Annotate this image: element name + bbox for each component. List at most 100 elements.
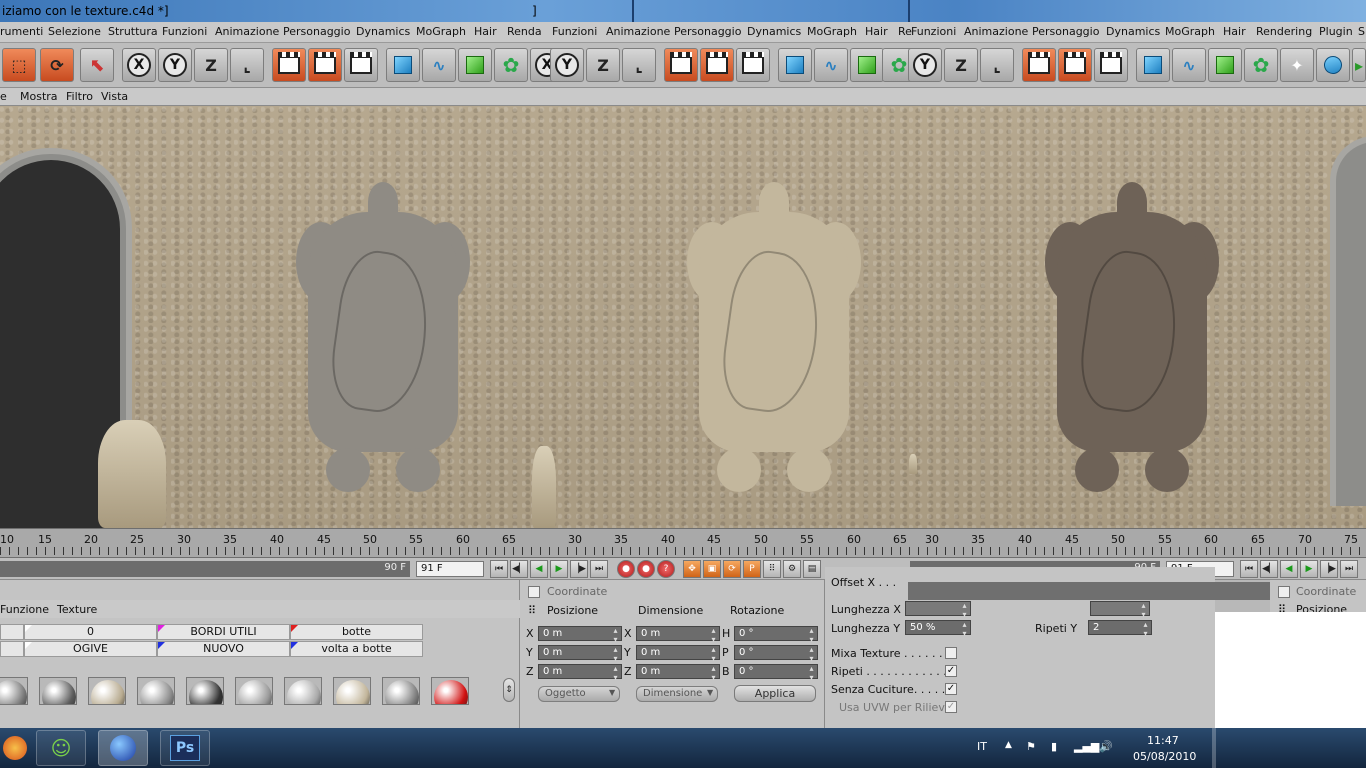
material-name-cell[interactable]: OGIVE — [24, 641, 157, 657]
play-back-button[interactable]: ◀ — [530, 560, 548, 578]
scale-tool-button[interactable]: ⬚ — [2, 48, 36, 82]
record-button[interactable]: ● — [617, 560, 635, 578]
rotate-tool-button[interactable]: ⟳ — [40, 48, 74, 82]
material-swatch[interactable] — [39, 677, 77, 705]
next-key-button[interactable]: ▕▶ — [570, 560, 588, 578]
menu-item[interactable]: rumenti — [0, 25, 43, 38]
rotation-field[interactable]: 0 ° — [734, 626, 818, 644]
render-region-button-3[interactable] — [1058, 48, 1092, 82]
material-name-cell[interactable]: BORDI UTILI — [157, 624, 290, 640]
menu-item[interactable]: Personaggio — [1032, 25, 1099, 38]
z-axis-button[interactable]: Z — [194, 48, 228, 82]
coordinates-enable-checkbox[interactable] — [528, 586, 540, 598]
3d-viewport[interactable] — [0, 106, 1366, 528]
render-view-button[interactable] — [272, 48, 306, 82]
size-field[interactable]: 0 m — [636, 626, 720, 644]
x-axis-button[interactable]: X — [122, 48, 156, 82]
cinema4d-taskbar-button[interactable] — [98, 730, 148, 766]
key-options-button[interactable]: ▤ — [803, 560, 821, 578]
render-view-button-2[interactable] — [664, 48, 698, 82]
position-field[interactable]: 0 m — [538, 664, 622, 682]
offset-x-field[interactable] — [908, 582, 1270, 600]
menu-item[interactable]: MoGraph — [807, 25, 857, 38]
volume-icon[interactable]: 🔊 — [1099, 740, 1113, 753]
material-swatch[interactable] — [284, 677, 322, 705]
apply-button[interactable]: Applica — [734, 685, 816, 702]
viewport-menu-item[interactable]: e — [0, 90, 7, 103]
live-selection-button[interactable]: ⬉ — [80, 48, 114, 82]
device-icon[interactable]: ▮ — [1051, 740, 1057, 753]
y-axis-button-2[interactable]: Y — [550, 48, 584, 82]
render-region-button[interactable] — [308, 48, 342, 82]
key-point-button[interactable]: ⠿ — [763, 560, 781, 578]
render-settings-button-2[interactable] — [736, 48, 770, 82]
menu-item[interactable]: Dynamics — [356, 25, 410, 38]
material-name-cell[interactable]: botte — [290, 624, 423, 640]
menu-item[interactable]: Hair — [865, 25, 888, 38]
menu-item[interactable]: Hair — [1223, 25, 1246, 38]
material-swatch[interactable] — [382, 677, 420, 705]
menu-item[interactable]: Selezione — [48, 25, 101, 38]
rotation-field[interactable]: 0 ° — [734, 664, 818, 682]
prev-key-button[interactable]: ◀▏ — [510, 560, 528, 578]
render-settings-button-3[interactable] — [1094, 48, 1128, 82]
menu-item[interactable]: Funzioni — [552, 25, 597, 38]
coordinate-system-button-2[interactable]: ⌞ — [622, 48, 656, 82]
action-center-icon[interactable]: ⚑ — [1026, 740, 1036, 753]
size-field[interactable]: 0 m — [636, 645, 720, 663]
nurbs-button-3[interactable] — [1208, 48, 1242, 82]
render-settings-button[interactable] — [344, 48, 378, 82]
menu-item[interactable]: Dynamics — [1106, 25, 1160, 38]
show-desktop-button[interactable] — [1212, 728, 1216, 768]
coordinate-system-button[interactable]: ⌞ — [230, 48, 264, 82]
goto-end-button-2[interactable]: ⏭ — [1340, 560, 1358, 578]
goto-end-button[interactable]: ⏭ — [590, 560, 608, 578]
menu-item[interactable]: Animazione — [964, 25, 1028, 38]
material-swatch[interactable] — [431, 677, 469, 705]
array-button-3[interactable]: ✿ — [1244, 48, 1278, 82]
size-field[interactable]: 0 m — [636, 664, 720, 682]
spline-button[interactable]: ∿ — [422, 48, 456, 82]
goto-start-button-2[interactable]: ⏮ — [1240, 560, 1258, 578]
tray-expand-icon[interactable]: ▲ — [1005, 740, 1012, 750]
menu-item[interactable]: Personaggio — [674, 25, 741, 38]
menu-function[interactable]: Funzione — [0, 603, 49, 616]
repeat-checkbox[interactable]: ✓ — [945, 665, 957, 677]
viewport-menu-item[interactable]: Filtro — [66, 90, 93, 103]
mix-texture-checkbox[interactable] — [945, 647, 957, 659]
menu-item[interactable]: MoGraph — [1165, 25, 1215, 38]
coordinate-mode-dropdown[interactable]: Oggetto — [538, 686, 620, 702]
menu-item[interactable]: Plugin — [1319, 25, 1353, 38]
menu-item[interactable]: MoGraph — [416, 25, 466, 38]
position-field[interactable]: 0 m — [538, 626, 622, 644]
rotation-field[interactable]: 0 ° — [734, 645, 818, 663]
menu-item[interactable]: Renda — [507, 25, 542, 38]
menu-item[interactable]: Funzioni — [911, 25, 956, 38]
goto-start-button[interactable]: ⏮ — [490, 560, 508, 578]
menu-item[interactable]: Rendering — [1256, 25, 1312, 38]
deformer-button[interactable]: ✦ — [1280, 48, 1314, 82]
menu-item[interactable]: S — [1358, 25, 1365, 38]
menu-texture[interactable]: Texture — [57, 603, 97, 616]
messenger-taskbar-button[interactable]: ☺ — [36, 730, 86, 766]
play-button[interactable]: ▶ — [550, 560, 568, 578]
cube-object-button-3[interactable] — [1136, 48, 1170, 82]
menu-item[interactable]: Dynamics — [747, 25, 801, 38]
nurbs-button[interactable] — [458, 48, 492, 82]
size-mode-dropdown[interactable]: Dimensione — [636, 686, 718, 702]
language-indicator[interactable]: IT — [977, 740, 987, 753]
timeline-ruler[interactable]: 10 15 20 25 30 35 40 45 50 55 60 65 30 35 40 45 50 55 60 65… — [0, 528, 1366, 558]
menu-item[interactable]: Re — [898, 25, 912, 38]
material-swatch[interactable] — [137, 677, 175, 705]
menu-item[interactable]: Animazione — [215, 25, 279, 38]
play-button-2[interactable]: ▶ — [1300, 560, 1318, 578]
cube-object-button[interactable] — [386, 48, 420, 82]
current-frame-field[interactable]: 91 F — [416, 561, 484, 577]
repeat-y-field[interactable]: 2 — [1088, 620, 1152, 638]
help-button[interactable]: ? — [657, 560, 675, 578]
camera-button[interactable]: ▸ — [1352, 48, 1366, 82]
key-scale-button[interactable]: ▣ — [703, 560, 721, 578]
clock-time[interactable]: 11:47 — [1147, 734, 1179, 747]
length-y-field[interactable]: 50 % — [905, 620, 971, 638]
material-name-cell[interactable]: NUOVO — [157, 641, 290, 657]
